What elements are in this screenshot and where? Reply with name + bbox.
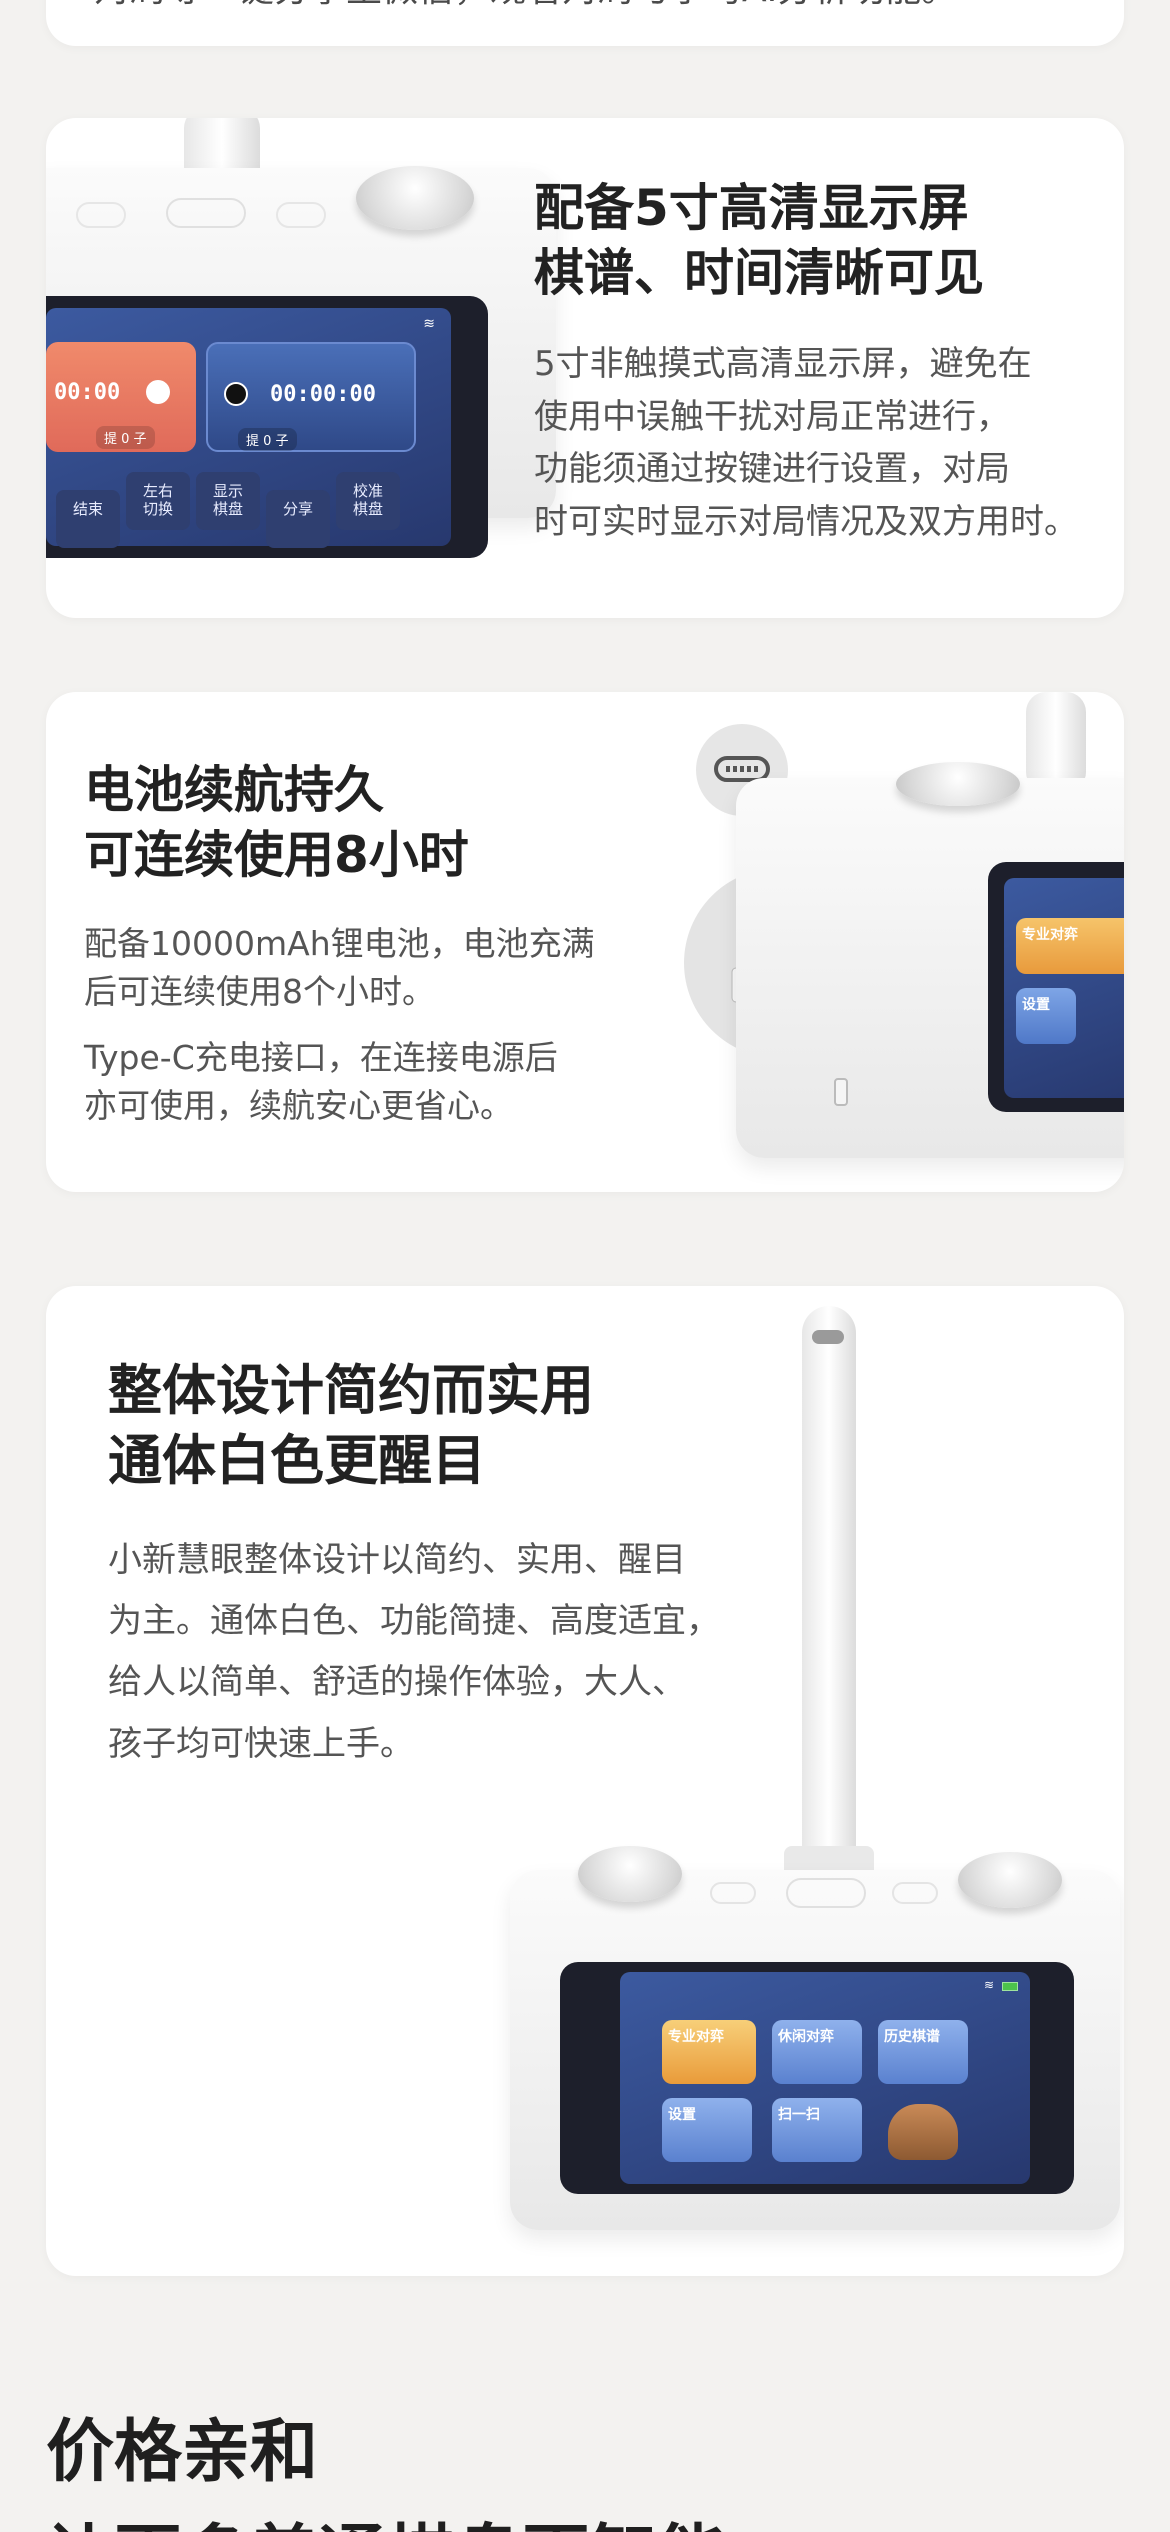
design-desc-line: 给人以简单、舒适的操作体验，大人、: [108, 1662, 686, 1703]
screen-tile-pro-match: 专业对弈: [1016, 918, 1124, 974]
screen-display: ≋ 专业对弈 休闲对弈 历史棋谱 设置 扫一扫: [620, 1972, 1030, 2184]
timer-left: 00:00: [54, 380, 121, 405]
battery-desc-line: 后可连续使用8个小时。: [84, 971, 435, 1011]
screen-button-end: 结束: [56, 490, 120, 548]
battery-title-line1: 电池续航持久: [84, 761, 384, 819]
device-screen: 00:00 提 0 子 00:00:00 提 0 子 ≋ 结束左右 切换显示 棋…: [46, 296, 488, 558]
device-knob: [356, 166, 474, 230]
screen-button-share: 分享: [266, 490, 330, 548]
battery-feature-card: 电池续航持久 可连续使用8小时 配备10000mAh锂电池，电池充满 后可连续使…: [46, 692, 1124, 1192]
display-title: 配备5寸高清显示屏 棋谱、时间清晰可见: [534, 176, 984, 306]
mascot-icon: [888, 2104, 958, 2160]
display-title-line1: 配备5寸高清显示屏: [534, 179, 969, 237]
device-button: [276, 202, 326, 228]
device-button: [786, 1878, 866, 1908]
design-desc-line: 小新慧眼整体设计以简约、实用、醒目: [108, 1540, 686, 1580]
screen-button-calibrate: 校准 棋盘: [336, 472, 400, 530]
camera-lens-icon: [812, 1330, 844, 1344]
stone-white-icon: [146, 380, 170, 404]
display-desc: 5寸非触摸式高清显示屏，避免在 使用中误触干扰对局正常进行， 功能须通过按键进行…: [534, 338, 1078, 549]
player-panel-right: 00:00:00 提 0 子: [206, 342, 416, 452]
device-button: [710, 1882, 756, 1904]
design-feature-card: 整体设计简约而实用 通体白色更醒目 小新慧眼整体设计以简约、实用、醒目 为主。通…: [46, 1286, 1124, 2276]
design-title-line1: 整体设计简约而实用: [108, 1359, 594, 1422]
capture-left: 提 0 子: [96, 426, 155, 449]
device-camera-pole: [802, 1306, 856, 1886]
device-button: [166, 198, 246, 228]
device-screen: ≋ 专业对弈 休闲对弈 历史棋谱 设置 扫一扫: [560, 1962, 1074, 2194]
player-panel-left: 00:00 提 0 子: [46, 342, 196, 452]
capture-right: 提 0 子: [238, 428, 297, 451]
design-desc-line: 孩子均可快速上手。: [108, 1723, 414, 1764]
design-title: 整体设计简约而实用 通体白色更醒目: [108, 1356, 594, 1496]
display-desc-line: 功能须通过按键进行设置，对局: [534, 449, 1010, 490]
display-desc-line: 使用中误触干扰对局正常进行，: [534, 396, 1010, 437]
screen-button-show-board: 显示 棋盘: [196, 472, 260, 530]
timer-right: 00:00:00: [270, 382, 376, 407]
battery-desc1: 配备10000mAh锂电池，电池充满 后可连续使用8个小时。: [84, 920, 595, 1016]
screen-tile-casual-match: 休闲对弈: [772, 2020, 862, 2084]
battery-title: 电池续航持久 可连续使用8小时: [84, 758, 469, 888]
display-feature-card: 00:00 提 0 子 00:00:00 提 0 子 ≋ 结束左右 切换显示 棋…: [46, 118, 1124, 618]
screen-tile-scan: 扫一扫: [772, 2098, 862, 2162]
screen-button-switch: 左右 切换: [126, 472, 190, 530]
charging-port: [834, 1078, 848, 1106]
stone-black-icon: [224, 382, 248, 406]
intro-text: 对局等一键分享至微信，观看对局与学习AI分析功能。: [94, 0, 957, 12]
device-knob-left: [578, 1846, 682, 1902]
display-title-line2: 棋谱、时间清晰可见: [534, 244, 984, 302]
screen-tile-settings: 设置: [1016, 988, 1076, 1044]
screen-tile-pro-match: 专业对弈: [662, 2020, 756, 2084]
design-desc: 小新慧眼整体设计以简约、实用、醒目 为主。通体白色、功能简捷、高度适宜， 给人以…: [108, 1530, 720, 1775]
screen-button-row: 结束左右 切换显示 棋盘 分享校准 棋盘: [56, 472, 406, 548]
battery-desc-line: Type-C充电接口，在连接电源后: [84, 1038, 558, 1077]
screen-display: 00:00 提 0 子 00:00:00 提 0 子 ≋ 结束左右 切换显示 棋…: [46, 308, 451, 548]
design-desc-line: 为主。通体白色、功能简捷、高度适宜，: [108, 1601, 720, 1642]
display-desc-line: 时可实时显示对局情况及双方用时。: [534, 502, 1078, 543]
battery-title-line2: 可连续使用8小时: [84, 826, 469, 884]
price-title: 价格亲和 让更多普通棋盘更智能: [46, 2396, 726, 2532]
device-button: [892, 1882, 938, 1904]
battery-desc-line: 亦可使用，续航安心更省心。: [84, 1085, 513, 1125]
battery-desc-line: 配备10000mAh锂电池，电池充满: [84, 924, 595, 963]
design-title-line2: 通体白色更醒目: [108, 1429, 486, 1493]
display-desc-line: 5寸非触摸式高清显示屏，避免在: [534, 344, 1032, 384]
intro-card: 对局等一键分享至微信，观看对局与学习AI分析功能。: [46, 0, 1124, 46]
battery-icon: [1002, 1982, 1018, 1991]
device-knob: [896, 762, 1020, 806]
wifi-icon: ≋: [983, 1978, 994, 1992]
price-title-line1: 价格亲和: [46, 2413, 319, 2492]
screen-tile-history: 历史棋谱: [878, 2020, 968, 2084]
battery-desc2: Type-C充电接口，在连接电源后 亦可使用，续航安心更省心。: [84, 1034, 558, 1130]
wifi-icon: ≋: [423, 316, 435, 332]
price-title-line2: 让更多普通棋盘更智能: [46, 2501, 726, 2532]
device-pole: [1026, 692, 1086, 792]
screen-tile-settings: 设置: [662, 2098, 752, 2162]
screen-display: 专业对弈 设置: [1004, 878, 1124, 1098]
device-button: [76, 202, 126, 228]
device-screen: 专业对弈 设置: [988, 862, 1124, 1112]
device-knob-right: [958, 1852, 1062, 1908]
